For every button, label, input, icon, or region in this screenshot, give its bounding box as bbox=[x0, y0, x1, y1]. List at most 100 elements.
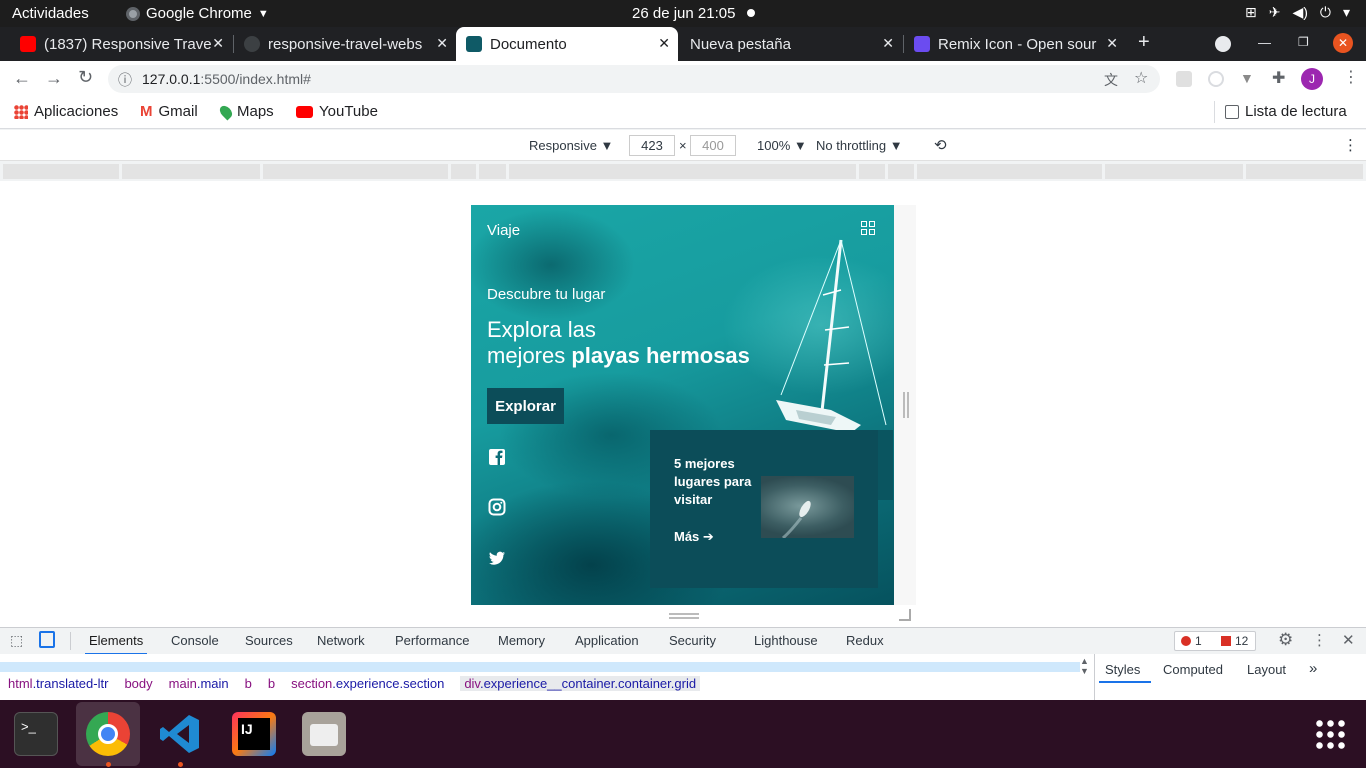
url-text[interactable]: 127.0.0.1:5500/index.html# bbox=[142, 71, 311, 87]
bookmark-gmail[interactable]: M Gmail bbox=[140, 103, 198, 120]
tab-lighthouse[interactable]: Lighthouse bbox=[754, 633, 818, 648]
menu-grid-icon[interactable] bbox=[861, 221, 875, 235]
more-link[interactable]: Más ➔ bbox=[674, 529, 714, 545]
tab-memory[interactable]: Memory bbox=[498, 633, 545, 648]
corner-resize-handle[interactable] bbox=[899, 609, 911, 621]
breadcrumb-item[interactable]: section.experience.section bbox=[291, 676, 444, 691]
restore-icon[interactable]: ❐ bbox=[1298, 35, 1309, 49]
tab-elements[interactable]: Elements bbox=[84, 633, 148, 655]
app-menu[interactable]: Google Chrome ▼ bbox=[126, 5, 269, 22]
minimize-icon[interactable]: — bbox=[1258, 35, 1271, 50]
bookmark-label: YouTube bbox=[319, 103, 378, 120]
system-tray[interactable]: ⊞ ✈ ◀) ⏻ ▾ bbox=[1245, 4, 1350, 21]
issues-counter[interactable]: 1 12 bbox=[1174, 631, 1256, 651]
tab-sources[interactable]: Sources bbox=[245, 633, 293, 648]
close-icon[interactable]: ✕ bbox=[658, 35, 670, 52]
address-bar[interactable]: ⓘ 127.0.0.1:5500/index.html# 文 ☆ bbox=[108, 65, 1160, 93]
reload-icon[interactable]: ↻ bbox=[78, 67, 93, 88]
viewport-resize-handle[interactable] bbox=[903, 392, 909, 418]
more-vert-icon[interactable]: ⋮ bbox=[1343, 67, 1359, 87]
tab-performance[interactable]: Performance bbox=[395, 633, 469, 648]
styles-sidebar: Styles Computed Layout » bbox=[1094, 654, 1366, 700]
breadcrumb-item[interactable]: main.main bbox=[169, 676, 229, 691]
url-path: :5500/index.html# bbox=[200, 71, 311, 87]
tab-computed[interactable]: Computed bbox=[1163, 662, 1223, 677]
media-query-bar[interactable] bbox=[0, 161, 1366, 181]
translate-icon[interactable]: 文 bbox=[1104, 70, 1118, 90]
vscode-icon[interactable] bbox=[158, 712, 202, 756]
viewport-height-input[interactable]: 400 bbox=[690, 135, 736, 156]
activities-button[interactable]: Actividades bbox=[12, 5, 89, 22]
close-icon[interactable]: ✕ bbox=[1106, 35, 1118, 52]
explore-button[interactable]: Explorar bbox=[487, 388, 564, 424]
rotate-icon[interactable]: ⟲ bbox=[934, 136, 947, 154]
tab-github[interactable]: responsive-travel-webs ✕ bbox=[234, 27, 456, 61]
site-info-icon[interactable]: ⓘ bbox=[118, 70, 132, 90]
close-icon[interactable]: ✕ bbox=[436, 35, 448, 52]
tab-application[interactable]: Application bbox=[575, 633, 639, 648]
notification-dot-icon bbox=[747, 9, 755, 17]
site-logo[interactable]: Viaje bbox=[487, 222, 520, 239]
twitter-icon[interactable] bbox=[488, 549, 506, 567]
intellij-icon[interactable]: IJ bbox=[232, 712, 276, 756]
selected-node-row[interactable] bbox=[0, 662, 1080, 672]
tab-redux[interactable]: Redux bbox=[846, 633, 884, 648]
back-icon[interactable]: ← bbox=[13, 68, 31, 89]
inspect-element-icon[interactable]: ⬚ bbox=[10, 632, 23, 649]
avatar[interactable]: J bbox=[1301, 68, 1323, 90]
viewport-bottom-resize-handle[interactable] bbox=[669, 613, 699, 619]
more-vert-icon[interactable]: ⋮ bbox=[1343, 136, 1358, 154]
tab-layout[interactable]: Layout bbox=[1247, 662, 1286, 677]
warning-count: 12 bbox=[1235, 634, 1249, 648]
breadcrumb-item[interactable]: div.experience__container.container.grid bbox=[460, 676, 701, 691]
place-thumbnail[interactable] bbox=[761, 476, 854, 540]
breadcrumb-item[interactable]: b bbox=[268, 676, 275, 691]
show-apps-grid-icon[interactable] bbox=[1314, 718, 1346, 750]
hero-title-prefix: mejores bbox=[487, 343, 572, 368]
close-icon[interactable]: ✕ bbox=[882, 35, 894, 52]
reading-list-button[interactable]: Lista de lectura bbox=[1225, 103, 1347, 120]
tab-styles[interactable]: Styles bbox=[1105, 662, 1140, 677]
tab-search-icon[interactable] bbox=[1215, 36, 1231, 52]
device-toggle-icon[interactable] bbox=[39, 631, 55, 648]
scroll-arrows-icon[interactable]: ▲ ▼ bbox=[1080, 656, 1089, 676]
bookmark-youtube[interactable]: YouTube bbox=[296, 103, 378, 120]
close-devtools-icon[interactable]: ✕ bbox=[1342, 631, 1355, 649]
clock[interactable]: 26 de jun 21:05 bbox=[632, 5, 735, 22]
zoom-select[interactable]: 100% ▼ bbox=[757, 138, 807, 153]
close-window-icon[interactable]: ✕ bbox=[1333, 33, 1353, 53]
tab-youtube[interactable]: (1837) Responsive Trave ✕ bbox=[10, 27, 232, 61]
tab-documento[interactable]: Documento ✕ bbox=[456, 27, 678, 61]
terminal-icon[interactable]: >_ bbox=[14, 712, 58, 756]
extension-icon[interactable] bbox=[1176, 71, 1192, 87]
tab-security[interactable]: Security bbox=[669, 633, 716, 648]
extension-icon[interactable] bbox=[1208, 71, 1224, 87]
facebook-icon[interactable] bbox=[488, 448, 506, 466]
throttling-select[interactable]: No throttling ▼ bbox=[816, 138, 903, 153]
error-icon bbox=[1181, 636, 1191, 646]
tab-new-tab[interactable]: Nueva pestaña ✕ bbox=[680, 27, 902, 61]
breadcrumb-item[interactable]: body bbox=[124, 676, 152, 691]
tab-remix-icon[interactable]: Remix Icon - Open sour ✕ bbox=[904, 27, 1126, 61]
breadcrumb-item[interactable]: b bbox=[245, 676, 252, 691]
device-select[interactable]: Responsive ▼ bbox=[529, 138, 613, 153]
emulated-page: Viaje Descubre tu lugar Explora las mejo… bbox=[471, 205, 894, 605]
puzzle-icon[interactable]: ✚ bbox=[1272, 68, 1285, 88]
files-folder-icon[interactable] bbox=[302, 712, 346, 756]
new-tab-plus-icon[interactable]: + bbox=[1138, 31, 1150, 54]
tab-network[interactable]: Network bbox=[317, 633, 365, 648]
tab-console[interactable]: Console bbox=[171, 633, 219, 648]
instagram-icon[interactable] bbox=[488, 498, 506, 516]
more-vert-icon[interactable]: ⋮ bbox=[1312, 631, 1327, 649]
settings-gear-icon[interactable]: ⚙ bbox=[1278, 630, 1293, 650]
bookmark-maps[interactable]: Maps bbox=[217, 103, 274, 120]
bookmark-apps[interactable]: Aplicaciones bbox=[14, 103, 118, 120]
more-tabs-icon[interactable]: » bbox=[1309, 660, 1317, 677]
close-icon[interactable]: ✕ bbox=[212, 35, 224, 52]
vue-devtools-icon[interactable]: ▼ bbox=[1240, 70, 1254, 86]
breadcrumb-item[interactable]: html.translated-ltr bbox=[8, 676, 108, 691]
bookmark-star-icon[interactable]: ☆ bbox=[1134, 68, 1148, 88]
chrome-icon[interactable] bbox=[86, 712, 130, 756]
forward-icon[interactable]: → bbox=[45, 68, 63, 89]
viewport-width-input[interactable]: 423 bbox=[629, 135, 675, 156]
